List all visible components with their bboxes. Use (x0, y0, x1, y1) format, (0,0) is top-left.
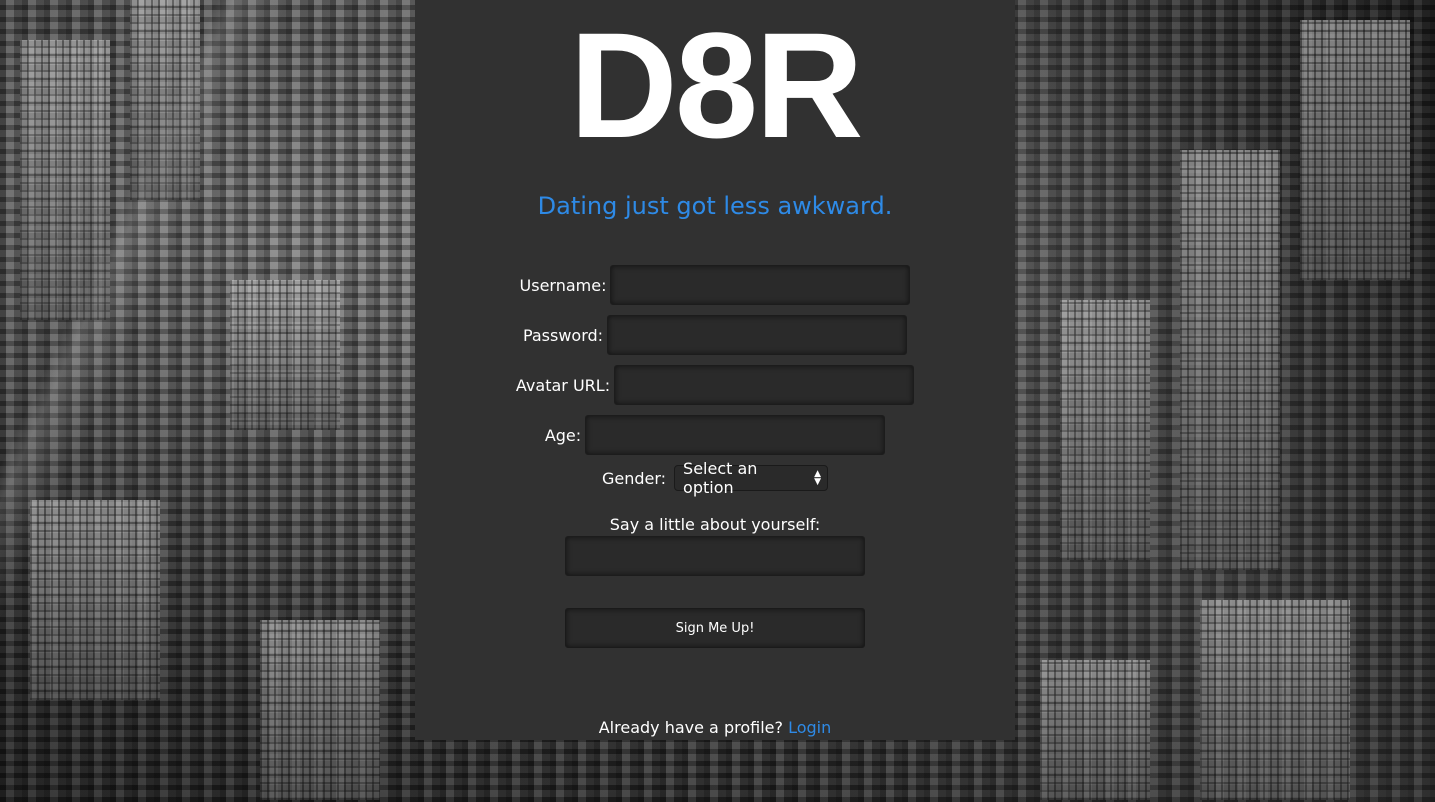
about-input[interactable] (565, 536, 865, 576)
background-building (30, 500, 160, 700)
gender-row: Gender: Select an option ▲ ▼ (415, 459, 1015, 497)
avatar-url-row: Avatar URL: (415, 365, 1015, 405)
background-building (130, 0, 200, 200)
login-prompt-text: Already have a profile? (598, 718, 783, 737)
age-row: Age: (415, 415, 1015, 455)
password-row: Password: (415, 315, 1015, 355)
age-input[interactable] (585, 415, 886, 455)
background-building (1060, 300, 1150, 560)
username-input[interactable] (610, 265, 911, 305)
gender-select[interactable]: Select an option ▲ ▼ (674, 459, 829, 497)
app-logo: D8R (569, 1, 863, 169)
tagline: Dating just got less awkward. (537, 192, 893, 220)
background-building (260, 620, 380, 800)
age-label: Age: (544, 425, 582, 445)
gender-select-value: Select an option (683, 459, 758, 497)
background-building (1180, 150, 1280, 570)
about-label: Say a little about yourself: (609, 515, 821, 534)
login-prompt: Already have a profile? Login (415, 718, 1015, 737)
select-arrows-icon: ▲ ▼ (814, 469, 822, 487)
background-building (230, 280, 340, 430)
login-link[interactable]: Login (788, 718, 831, 737)
signup-panel: D8R Dating just got less awkward. Userna… (415, 0, 1015, 740)
avatar-url-label: Avatar URL: (515, 375, 611, 395)
background-building (1300, 20, 1410, 280)
username-label: Username: (519, 275, 607, 295)
username-row: Username: (415, 265, 1015, 305)
password-label: Password: (522, 325, 604, 345)
sign-up-button[interactable]: Sign Me Up! (565, 608, 865, 648)
background-building (1200, 600, 1350, 800)
gender-label: Gender: (601, 468, 667, 488)
password-input[interactable] (607, 315, 908, 355)
avatar-url-input[interactable] (614, 365, 915, 405)
background-building (20, 40, 110, 320)
background-building (1040, 660, 1150, 800)
